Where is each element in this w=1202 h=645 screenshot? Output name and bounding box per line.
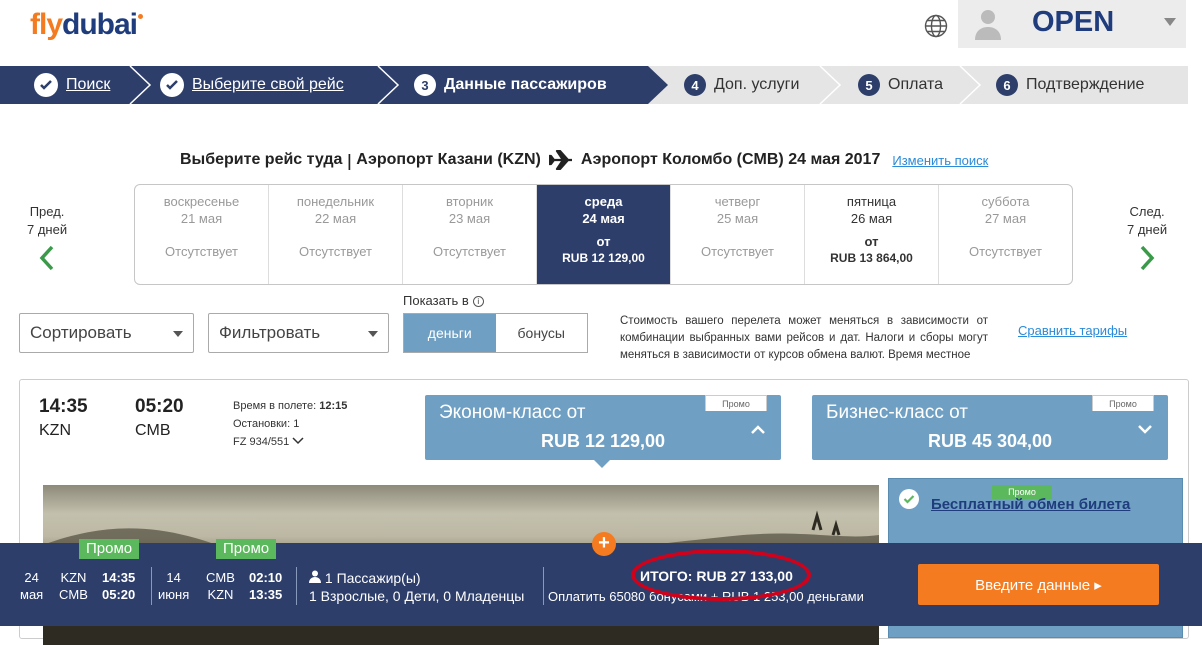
arrival-time: 05:20 bbox=[135, 396, 184, 417]
check-icon bbox=[160, 73, 184, 97]
check-icon bbox=[34, 73, 58, 97]
date-cell-sat[interactable]: суббота 27 мая Отсутствует bbox=[939, 185, 1072, 284]
free-exchange-link[interactable]: Бесплатный обмен билета bbox=[931, 496, 1130, 513]
economy-fare-button[interactable]: Промо Эконом-класс от RUB 12 129,00 bbox=[425, 395, 781, 468]
outbound-date: 24 мая bbox=[20, 570, 44, 602]
step-payment: 5 Оплата bbox=[858, 66, 943, 104]
user-icon bbox=[309, 570, 321, 583]
check-icon bbox=[899, 489, 919, 509]
chevron-down-icon bbox=[368, 331, 378, 337]
route-title: Выберите рейс туда | Аэропорт Казани (KZ… bbox=[180, 150, 989, 170]
change-search-link[interactable]: Изменить поиск bbox=[892, 153, 988, 168]
chevron-down-icon bbox=[1138, 425, 1152, 434]
return-airports: CMB KZN bbox=[206, 570, 235, 602]
account-label: OPEN bbox=[1032, 6, 1115, 38]
outbound-times: 14:35 05:20 bbox=[102, 570, 136, 602]
date-cell-wed-selected[interactable]: среда 24 мая от RUB 12 129,00 bbox=[537, 185, 671, 284]
date-carousel: воскресенье 21 мая Отсутствует понедельник… bbox=[134, 184, 1073, 285]
account-menu[interactable]: OPEN bbox=[958, 0, 1186, 48]
globe-icon[interactable] bbox=[924, 14, 948, 38]
money-toggle[interactable]: деньги bbox=[404, 314, 496, 352]
show-in-label: Показать вi bbox=[403, 293, 484, 308]
date-cell-tue[interactable]: вторник 23 мая Отсутствует bbox=[403, 185, 537, 284]
promo-tag: Промо bbox=[705, 395, 767, 411]
chevron-right-icon bbox=[1140, 245, 1155, 271]
chevron-left-icon bbox=[39, 245, 54, 271]
compare-fares-link[interactable]: Сравнить тарифы bbox=[1018, 323, 1127, 338]
prev-week-button[interactable]: Пред. 7 дней bbox=[27, 203, 67, 271]
flight-meta: Время в полете: 12:15 Остановки: 1 FZ 93… bbox=[233, 397, 347, 451]
airplane-icon bbox=[548, 150, 572, 170]
date-cell-thu[interactable]: четверг 25 мая Отсутствует bbox=[671, 185, 805, 284]
booking-progress: Поиск Выберите свой рейс 3 Данные пассаж… bbox=[0, 66, 1188, 104]
flydubai-logo[interactable]: flydubai bbox=[30, 8, 144, 42]
promo-tag: Промо bbox=[79, 539, 140, 559]
enter-details-button[interactable]: Введите данные ▸ bbox=[918, 564, 1159, 605]
chevron-up-icon bbox=[751, 425, 765, 434]
departure-code: KZN bbox=[39, 422, 71, 439]
step-extras: 4 Доп. услуги bbox=[684, 66, 799, 104]
highlight-annotation bbox=[631, 549, 811, 601]
chevron-down-icon bbox=[1164, 18, 1176, 26]
step-passenger-details: 3 Данные пассажиров bbox=[414, 66, 607, 104]
promo-tag: Промо bbox=[216, 539, 277, 559]
date-cell-sun[interactable]: воскресенье 21 мая Отсутствует bbox=[135, 185, 269, 284]
step-confirmation: 6 Подтверждение bbox=[996, 66, 1144, 104]
booking-summary-bar: + Промо 24 мая KZN CMB 14:35 05:20 Промо 14… bbox=[0, 532, 1202, 626]
price-note: Стоимость вашего перелета может меняться… bbox=[620, 315, 988, 361]
departure-time: 14:35 bbox=[39, 396, 88, 417]
filter-dropdown[interactable]: Фильтровать bbox=[208, 313, 389, 353]
date-cell-fri[interactable]: пятница 26 мая от RUB 13 864,00 bbox=[805, 185, 939, 284]
return-times: 02:10 13:35 bbox=[249, 570, 283, 602]
expand-summary-icon[interactable]: + bbox=[592, 532, 616, 556]
step-select-flight[interactable]: Выберите свой рейс bbox=[160, 66, 344, 104]
promo-tag: Промо bbox=[1092, 395, 1154, 411]
return-date: 14 июня bbox=[158, 570, 190, 602]
flight-details-toggle[interactable]: FZ 934/551 bbox=[233, 433, 347, 451]
date-cell-mon[interactable]: понедельник 22 мая Отсутствует bbox=[269, 185, 403, 284]
passenger-summary: 1 Пассажир(ы) 1 Взрослые, 0 Дети, 0 Млад… bbox=[309, 570, 525, 604]
outbound-airports: KZN CMB bbox=[59, 570, 88, 602]
bonus-toggle[interactable]: бонусы bbox=[495, 314, 587, 352]
chevron-down-icon bbox=[173, 331, 183, 337]
user-avatar-icon bbox=[975, 10, 1001, 40]
sort-dropdown[interactable]: Сортировать bbox=[19, 313, 194, 353]
info-icon[interactable]: i bbox=[472, 296, 484, 308]
arrival-code: CMB bbox=[135, 422, 171, 439]
currency-toggle: деньги бонусы bbox=[403, 313, 588, 353]
chevron-down-icon bbox=[292, 437, 304, 445]
step-search[interactable]: Поиск bbox=[34, 66, 110, 104]
next-week-button[interactable]: След. 7 дней bbox=[1127, 203, 1167, 271]
business-fare-button[interactable]: Промо Бизнес-класс от RUB 45 304,00 bbox=[812, 395, 1168, 460]
